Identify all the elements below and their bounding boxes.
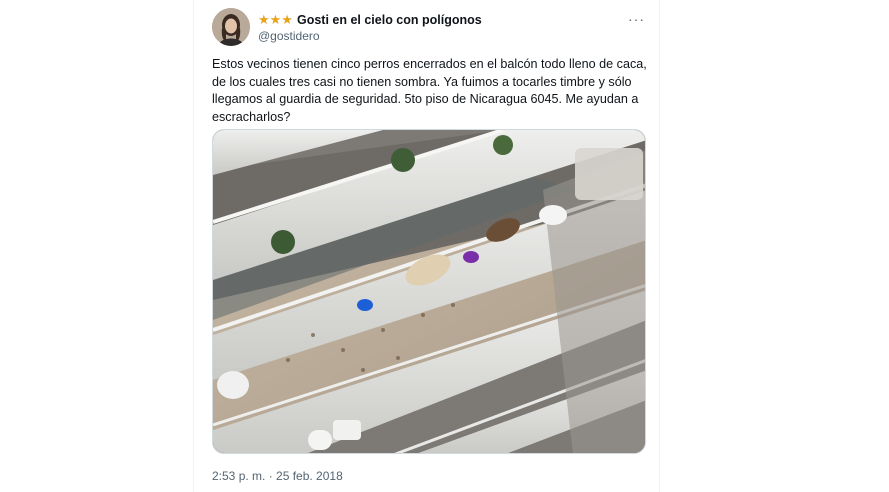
tweet-text: Estos vecinos tienen cinco perros encerr…	[212, 57, 647, 124]
display-name[interactable]: Gosti en el cielo con polígonos	[297, 13, 482, 27]
name-row: ★★★ Gosti en el cielo con polígonos	[258, 12, 482, 28]
more-options-icon[interactable]: ···	[628, 11, 645, 27]
tweet-card: ★★★ Gosti en el cielo con polígonos @gos…	[193, 0, 660, 492]
star-emoji-icon: ★★★	[258, 12, 293, 27]
avatar-image	[212, 8, 250, 46]
balcony-photo-icon	[213, 130, 645, 453]
tweet-photo[interactable]	[212, 129, 646, 454]
tweet-page: ★★★ Gosti en el cielo con polígonos @gos…	[0, 0, 889, 492]
avatar[interactable]	[212, 8, 250, 46]
tweet-timestamp[interactable]: 2:53 p. m. · 25 feb. 2018	[212, 469, 343, 483]
tweet-header: ★★★ Gosti en el cielo con polígonos @gos…	[212, 8, 645, 48]
user-handle[interactable]: @gostidero	[258, 29, 320, 43]
